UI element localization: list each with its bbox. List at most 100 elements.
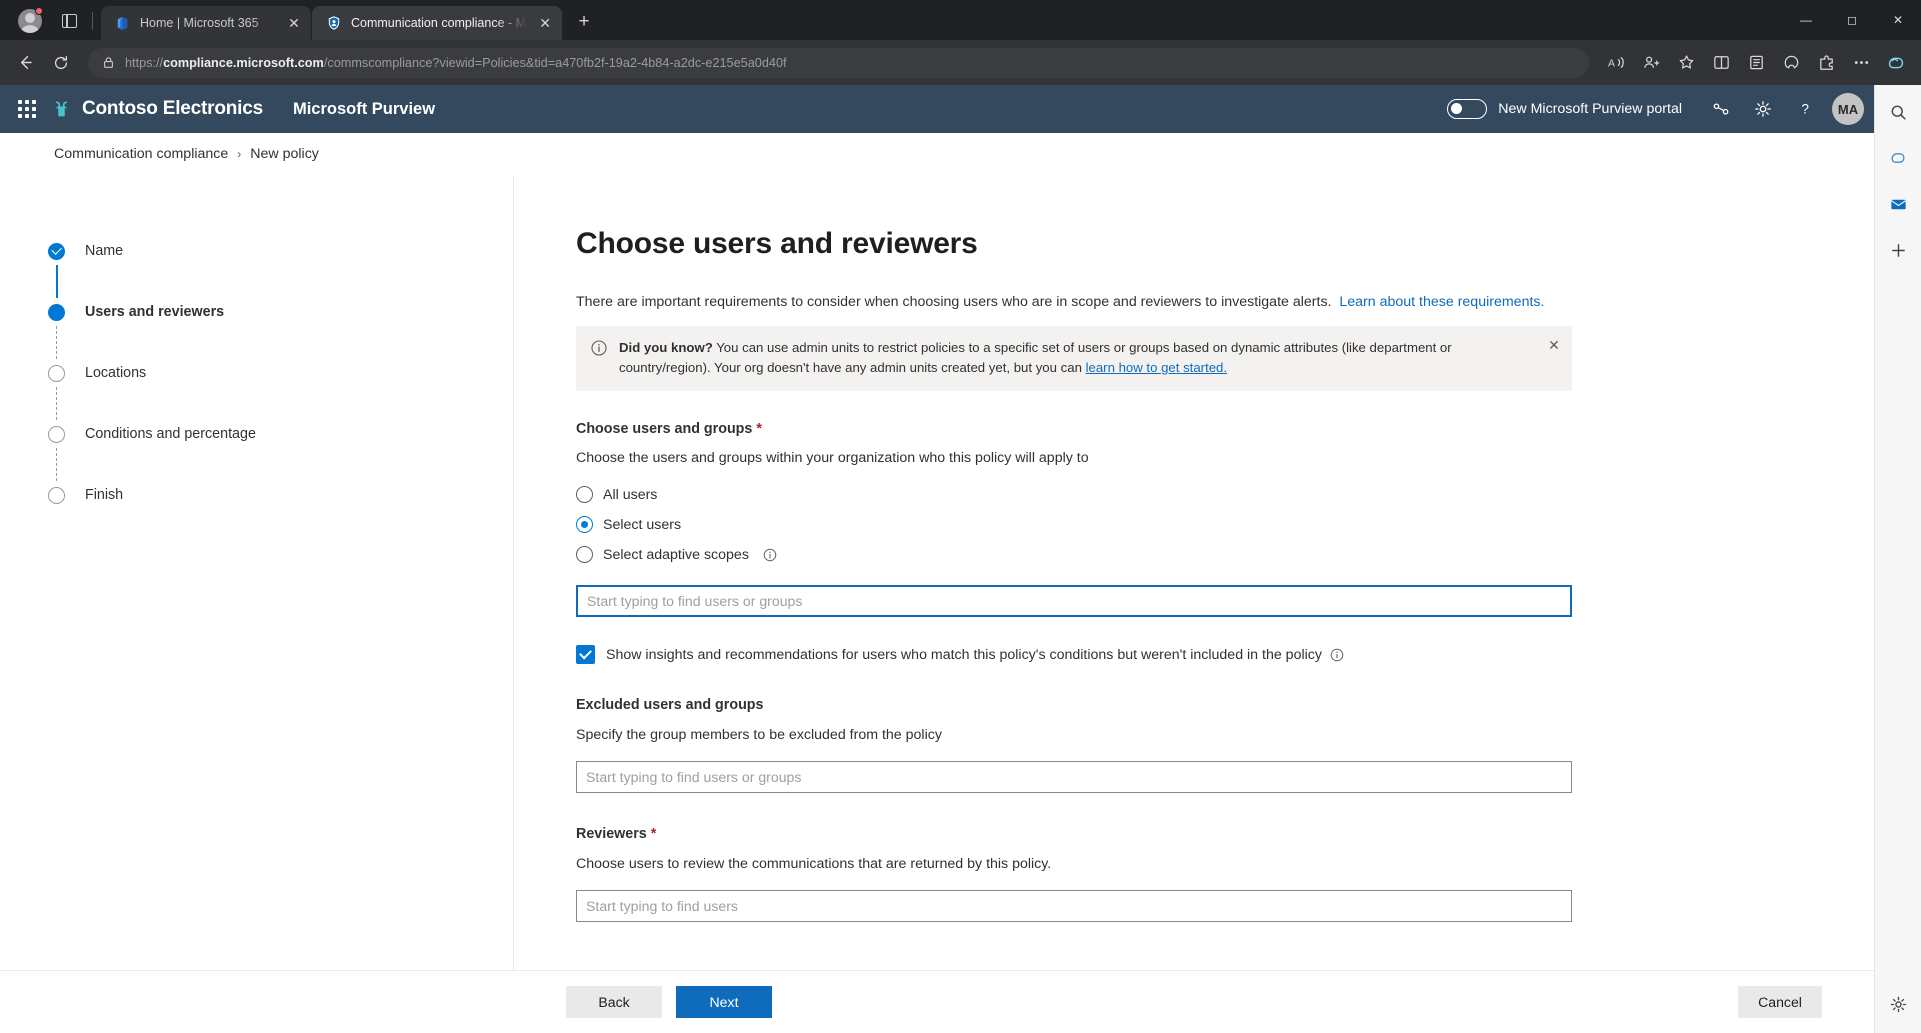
radio-all-users[interactable]: All users bbox=[576, 486, 1874, 504]
close-icon[interactable]: ✕ bbox=[1546, 337, 1562, 353]
step-pending-icon bbox=[48, 486, 65, 504]
step-label: Conditions and percentage bbox=[85, 426, 256, 442]
svg-text:A: A bbox=[1607, 58, 1614, 69]
copilot-icon[interactable] bbox=[1879, 46, 1913, 80]
settings-more-icon[interactable] bbox=[1844, 46, 1878, 80]
breadcrumb: Communication compliance › New policy bbox=[0, 133, 1874, 175]
wizard-step-users-and-reviewers[interactable]: Users and reviewers bbox=[48, 298, 513, 326]
reviewers-input[interactable]: Start typing to find users bbox=[576, 890, 1572, 923]
app-launcher-icon[interactable] bbox=[6, 87, 48, 131]
minimize-button[interactable]: — bbox=[1783, 0, 1829, 40]
toggle-knob bbox=[1451, 103, 1463, 114]
cancel-button[interactable]: Cancel bbox=[1738, 986, 1822, 1018]
info-circle-icon[interactable] bbox=[1330, 648, 1344, 662]
wizard-step-locations[interactable]: Locations bbox=[48, 359, 513, 387]
radio-select-adaptive-scopes[interactable]: Select adaptive scopes bbox=[576, 546, 1874, 564]
reviewers-placeholder: Start typing to find users bbox=[586, 898, 738, 915]
choose-users-label-text: Choose users and groups bbox=[576, 421, 753, 438]
web-page: Contoso Electronics Microsoft Purview Ne… bbox=[0, 85, 1874, 1033]
refresh-button[interactable] bbox=[44, 46, 78, 80]
step-connector bbox=[56, 448, 57, 481]
profile-avatar-button[interactable] bbox=[14, 5, 46, 37]
learn-requirements-link[interactable]: Learn about these requirements. bbox=[1339, 294, 1544, 310]
next-button[interactable]: Next bbox=[676, 986, 772, 1018]
radio-select-users[interactable]: Select users bbox=[576, 516, 1874, 534]
user-avatar[interactable]: MA bbox=[1832, 93, 1864, 125]
step-pending-icon bbox=[48, 425, 65, 443]
required-asterisk: * bbox=[650, 826, 657, 843]
step-label: Locations bbox=[85, 365, 147, 381]
close-icon[interactable]: ✕ bbox=[285, 14, 303, 32]
reviewers-description: Choose users to review the communication… bbox=[576, 856, 1052, 873]
collections-icon[interactable] bbox=[1739, 46, 1773, 80]
excluded-users-input[interactable]: Start typing to find users or groups bbox=[576, 761, 1572, 794]
insights-checkbox-text: Show insights and recommendations for us… bbox=[606, 646, 1322, 663]
info-banner-text: Did you know? You can use admin units to… bbox=[619, 338, 1558, 378]
divider bbox=[92, 12, 93, 30]
wizard-steps: Name Users and reviewers Locations Condi… bbox=[0, 175, 514, 1033]
maximize-button[interactable]: ◻ bbox=[1829, 0, 1875, 40]
purview-shield-icon bbox=[325, 15, 342, 32]
profile-split-icon[interactable] bbox=[1634, 46, 1668, 80]
back-button[interactable]: Back bbox=[566, 986, 662, 1018]
extensions-icon[interactable] bbox=[1809, 46, 1843, 80]
step-connector bbox=[56, 387, 57, 420]
browser-tab-1[interactable]: Home | Microsoft 365 ✕ bbox=[101, 6, 311, 40]
checkbox-checked-icon[interactable] bbox=[576, 645, 595, 665]
help-icon[interactable]: ? bbox=[1786, 90, 1824, 128]
brand-name: Contoso Electronics bbox=[82, 98, 263, 119]
close-icon[interactable]: ✕ bbox=[536, 14, 554, 32]
address-bar[interactable]: https://compliance.microsoft.com/commsco… bbox=[88, 47, 1589, 78]
info-circle-icon[interactable] bbox=[763, 548, 777, 562]
step-label: Finish bbox=[85, 487, 124, 503]
read-aloud-icon[interactable]: A bbox=[1599, 46, 1633, 80]
diagnostics-icon[interactable] bbox=[1702, 90, 1740, 128]
breadcrumb-item-0[interactable]: Communication compliance bbox=[54, 146, 228, 162]
choose-users-radio-group: All users Select users Select adaptive s… bbox=[576, 486, 1874, 564]
step-connector bbox=[56, 265, 58, 298]
users-picker-input[interactable]: Start typing to find users or groups bbox=[576, 585, 1572, 618]
choose-users-description: Choose the users and groups within your … bbox=[576, 450, 1089, 467]
outlook-icon[interactable] bbox=[1883, 189, 1913, 219]
wizard-step-finish[interactable]: Finish bbox=[48, 481, 513, 509]
split-screen-icon[interactable] bbox=[1704, 46, 1738, 80]
close-window-button[interactable]: ✕ bbox=[1875, 0, 1921, 40]
add-icon[interactable] bbox=[1883, 235, 1913, 265]
excluded-users-label: Excluded users and groups bbox=[576, 697, 764, 714]
new-portal-toggle[interactable] bbox=[1447, 99, 1488, 119]
search-icon[interactable] bbox=[1883, 97, 1913, 127]
favorite-star-icon[interactable] bbox=[1669, 46, 1703, 80]
intro-text: There are important requirements to cons… bbox=[576, 294, 1874, 310]
wizard-form-pane: Choose users and reviewers There are imp… bbox=[514, 175, 1874, 1033]
insights-checkbox-row[interactable]: Show insights and recommendations for us… bbox=[576, 645, 1874, 665]
radio-label: Select users bbox=[603, 516, 682, 533]
notification-dot bbox=[35, 7, 43, 15]
copilot-icon[interactable] bbox=[1883, 143, 1913, 173]
form-scroll-area: Choose users and reviewers There are imp… bbox=[514, 175, 1874, 1033]
brand-area[interactable]: Contoso Electronics bbox=[50, 98, 263, 121]
back-button[interactable] bbox=[8, 46, 42, 80]
new-portal-toggle-group[interactable]: New Microsoft Purview portal bbox=[1447, 99, 1682, 119]
excluded-users-description: Specify the group members to be excluded… bbox=[576, 727, 942, 744]
step-pending-icon bbox=[48, 364, 65, 382]
settings-gear-icon[interactable] bbox=[1883, 989, 1913, 1019]
tab-title: Communication compliance - Mi bbox=[351, 16, 528, 30]
settings-gear-icon[interactable] bbox=[1744, 90, 1782, 128]
url-text: https://compliance.microsoft.com/commsco… bbox=[125, 55, 787, 70]
radio-label: All users bbox=[603, 486, 658, 503]
tab-title: Home | Microsoft 365 bbox=[140, 16, 259, 30]
breadcrumb-separator: › bbox=[237, 147, 242, 161]
step-label: Name bbox=[85, 243, 124, 259]
tab-actions-button[interactable] bbox=[54, 6, 84, 36]
app-name: Microsoft Purview bbox=[292, 99, 436, 118]
new-tab-button[interactable]: + bbox=[569, 7, 599, 37]
get-started-link[interactable]: learn how to get started. bbox=[1086, 360, 1227, 375]
suite-header: Contoso Electronics Microsoft Purview Ne… bbox=[0, 85, 1874, 133]
radio-indicator-selected bbox=[576, 516, 593, 534]
browser-tab-2[interactable]: Communication compliance - Mi ✕ bbox=[312, 6, 562, 40]
wizard-step-conditions-and-percentage[interactable]: Conditions and percentage bbox=[48, 420, 513, 448]
breadcrumb-item-1: New policy bbox=[250, 146, 319, 162]
browser-essentials-icon[interactable] bbox=[1774, 46, 1808, 80]
wizard-step-name[interactable]: Name bbox=[48, 237, 513, 265]
info-banner: Did you know? You can use admin units to… bbox=[576, 326, 1572, 392]
